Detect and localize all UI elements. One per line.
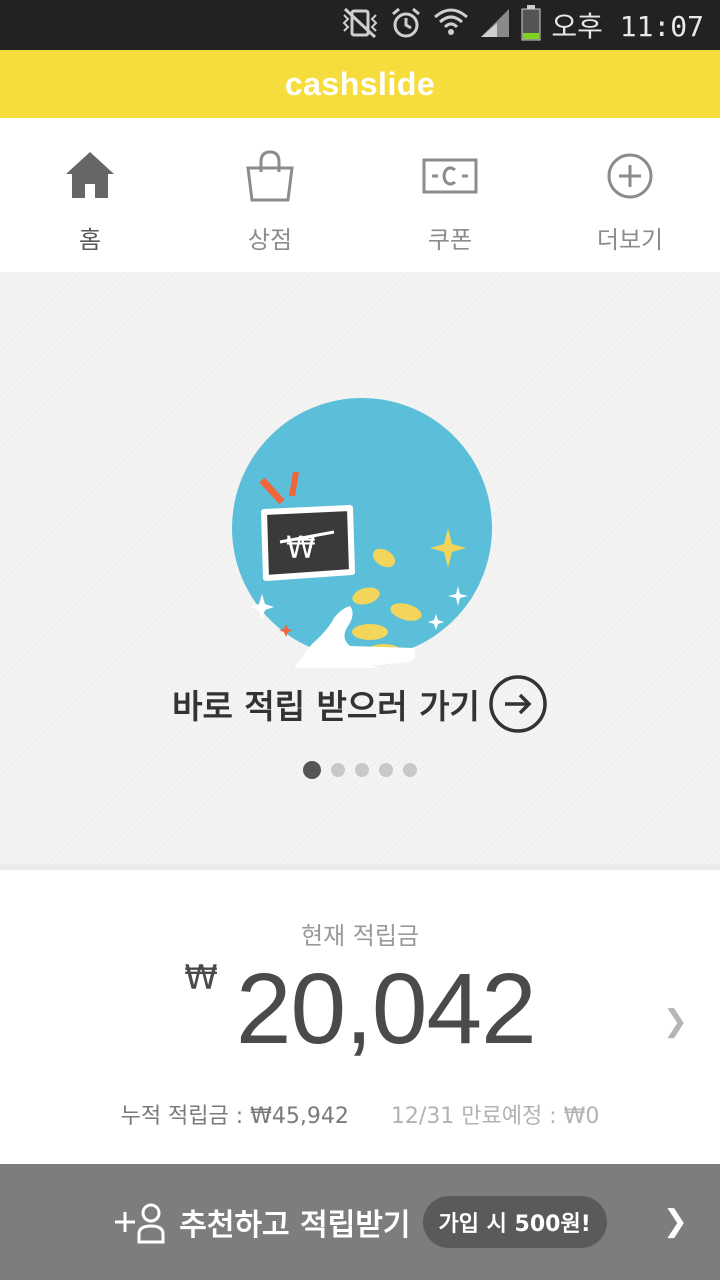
battery-icon [521,5,541,45]
pagination-dot-4[interactable] [379,763,393,777]
chevron-right-icon[interactable]: ❯ [663,1204,688,1239]
app-bar: cashslide [0,50,720,118]
home-icon [62,148,118,208]
shopping-bag-icon [242,148,298,208]
tab-coupon-label: 쿠폰 [427,226,473,254]
tab-more[interactable]: 더보기 [540,118,720,272]
coupon-icon [422,148,478,208]
balance-label: 현재 적립금 [300,922,420,950]
status-bar: 오후 11:07 [0,0,720,50]
banner-cta-text: 바로 적립 받으러 가기 [172,687,480,726]
alarm-icon [389,6,423,44]
referral-text: 추천하고 적립받기 [179,1208,411,1243]
cumulative-balance: 누적 적립금 : ₩45,942 [120,1104,349,1129]
tab-more-label: 더보기 [596,226,664,254]
wifi-icon [433,7,469,43]
tab-bar: 홈 상점 쿠폰 더보기 [0,118,720,272]
add-user-icon [115,1203,165,1244]
plus-circle-icon [602,148,658,208]
balance-section[interactable]: 현재 적립금 ₩ 20,042 ❯ 누적 적립금 : ₩45,942 12/31… [0,870,720,1164]
pagination-dot-3[interactable] [355,763,369,777]
cash-reward-illustration: ₩ [232,398,492,668]
referral-badge: 가입 시 500원! [422,1196,607,1248]
banner-cta[interactable]: 바로 적립 받으러 가기 [0,672,720,736]
banner-pagination [0,760,720,780]
pagination-dot-1[interactable] [303,761,321,779]
chevron-right-icon[interactable]: ❯ [663,1004,688,1039]
referral-bar[interactable]: 추천하고 적립받기 가입 시 500원! ❯ [0,1164,720,1280]
signal-icon [479,7,511,43]
balance-amount-row: ₩ 20,042 [0,954,720,1064]
promo-banner[interactable]: ₩ 바로 적립 받으러 가기 [0,272,720,864]
status-time: 오후 11:07 [551,10,704,43]
app-logo-title: cashslide [284,65,436,102]
tab-home[interactable]: 홈 [0,118,180,272]
expiring-balance: 12/31 만료예정 : ₩0 [390,1104,600,1129]
tab-coupon[interactable]: 쿠폰 [360,118,540,272]
balance-amount: 20,042 [235,953,537,1065]
arrow-right-circle-icon [489,675,547,733]
pagination-dot-2[interactable] [331,763,345,777]
balance-meta: 누적 적립금 : ₩45,942 12/31 만료예정 : ₩0 [0,1098,720,1130]
tab-shop-label: 상점 [247,226,293,254]
pagination-dot-5[interactable] [403,763,417,777]
vibrate-off-icon [341,7,379,43]
status-icons: 오후 11:07 [341,0,720,50]
tab-shop[interactable]: 상점 [180,118,360,272]
tab-home-label: 홈 [78,226,102,254]
currency-symbol: ₩ [184,958,218,998]
